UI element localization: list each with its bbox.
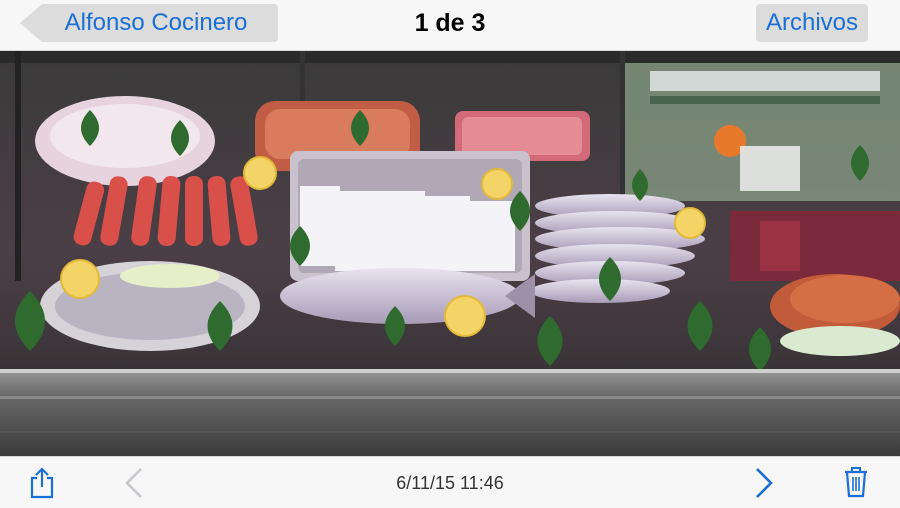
chevron-right-icon[interactable] — [754, 467, 774, 504]
trash-icon[interactable] — [843, 466, 869, 503]
archivos-button[interactable]: Archivos — [755, 4, 868, 42]
fish-display-photo — [0, 51, 900, 456]
archivos-button-label: Archivos — [765, 9, 858, 36]
photo-viewer[interactable] — [0, 51, 900, 456]
bottom-toolbar: 6/11/15 11:46 — [0, 456, 900, 508]
navigation-bar: Alfonso Cocinero 1 de 3 Archivos — [0, 0, 900, 51]
